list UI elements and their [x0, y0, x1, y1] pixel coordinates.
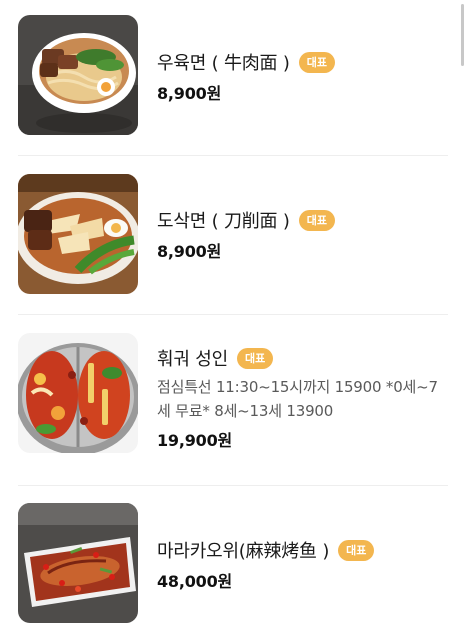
menu-item-info: 도삭면 ( 刀削面 ) 대표 8,900원 [157, 208, 448, 262]
menu-item-grilled-fish[interactable]: 마라카오위(麻辣烤鱼 ) 대표 48,000원 [18, 503, 448, 640]
hotpot-photo [18, 333, 138, 453]
menu-item-hotpot[interactable]: 훠궈 성인 대표 점심특선 11:30~15시까지 15900 *0세~7세 무… [18, 333, 448, 485]
signature-badge: 대표 [298, 209, 335, 231]
menu-item-price: 48,000원 [157, 572, 233, 591]
menu-item-name: 우육면 ( 牛肉面 ) [157, 53, 290, 74]
knife-cut-noodle-photo [18, 174, 138, 294]
menu-item-info: 우육면 ( 牛肉面 ) 대표 8,900원 [157, 50, 448, 104]
menu-item-name: 도삭면 ( 刀削面 ) [157, 211, 290, 232]
menu-item-name-row: 도삭면 ( 刀削面 ) 대표 [157, 208, 448, 232]
divider [18, 155, 448, 156]
signature-badge: 대표 [338, 539, 375, 561]
menu-item-name-row: 훠궈 성인 대표 [157, 346, 448, 370]
beef-noodle-soup-photo [18, 15, 138, 135]
menu-item-price: 19,900원 [157, 431, 233, 450]
menu-item-knife-cut-noodle[interactable]: 도삭면 ( 刀削面 ) 대표 8,900원 [18, 174, 448, 314]
menu-item-name: 마라카오위(麻辣烤鱼 ) [157, 541, 330, 562]
menu-item-price: 8,900원 [157, 242, 222, 261]
divider [18, 485, 448, 486]
menu-item-beef-noodle[interactable]: 우육면 ( 牛肉面 ) 대표 8,900원 [18, 15, 448, 155]
menu-list: 우육면 ( 牛肉面 ) 대표 8,900원 도삭면 (刀削面) 대표 8,9… [0, 0, 466, 640]
menu-item-description: 점심특선 11:30~15시까지 15900 *0세~7세 무료* 8세~13세… [157, 378, 438, 420]
menu-item-name: 훠궈 성인 [157, 349, 228, 370]
menu-item-info: 훠궈 성인 대표 점심특선 11:30~15시까지 15900 *0세~7세 무… [157, 346, 448, 451]
menu-item-name-row: 우육면 ( 牛肉面 ) 대표 [157, 50, 448, 74]
menu-item-info: 마라카오위(麻辣烤鱼 ) 대표 48,000원 [157, 538, 448, 592]
signature-badge: 대표 [236, 347, 274, 369]
signature-badge: 대표 [298, 51, 335, 73]
divider [18, 314, 448, 315]
menu-item-name-row: 마라카오위(麻辣烤鱼 ) 대표 [157, 538, 448, 562]
menu-item-price: 8,900원 [157, 84, 222, 103]
scrollbar[interactable] [461, 4, 464, 66]
grilled-fish-photo [18, 503, 138, 623]
